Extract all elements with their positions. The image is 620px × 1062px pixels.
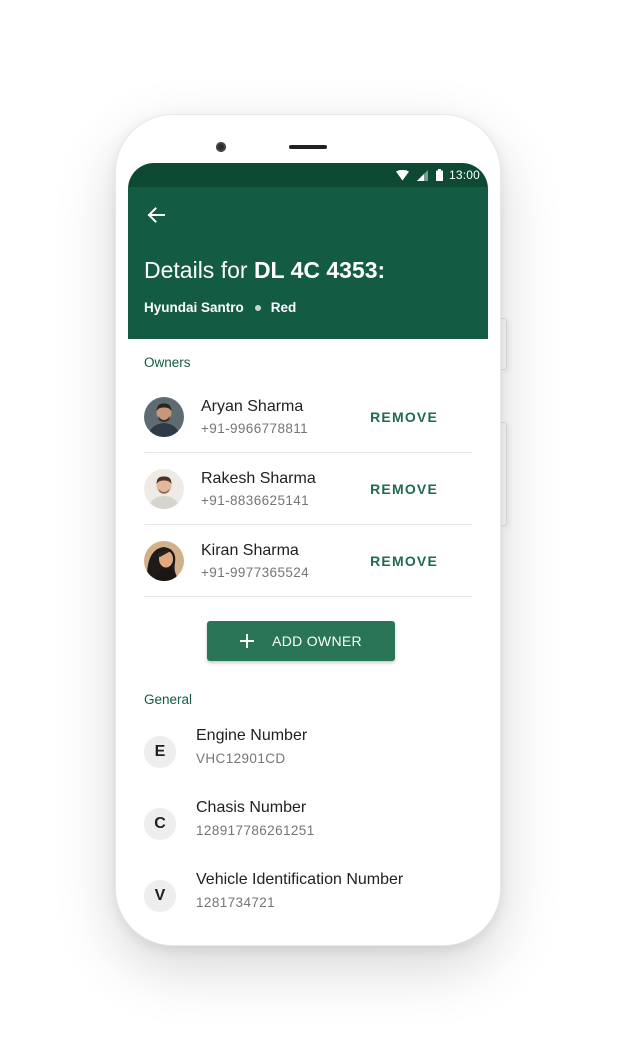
general-list: E Engine Number VHC12901CD C Chasis Numb… (144, 726, 472, 942)
app-bar: Details for DL 4C 4353: Hyundai Santro R… (128, 187, 488, 339)
volume-button (500, 422, 507, 526)
owner-row: Rakesh Sharma +91-8836625141 REMOVE (144, 453, 472, 525)
status-bar: 13:00 (128, 163, 488, 187)
vehicle-subtitle: Hyundai Santro Red (144, 300, 296, 315)
remove-owner-button[interactable]: REMOVE (370, 409, 438, 425)
owners-section-label: Owners (144, 355, 191, 370)
stage: 13:00 Details for DL 4C 4353: Hyundai Sa… (0, 0, 620, 1062)
letter-avatar: V (144, 880, 176, 912)
power-button (500, 318, 507, 370)
arrow-back-icon (147, 207, 165, 223)
plus-icon (240, 634, 255, 648)
list-item: V Vehicle Identification Number 12817347… (144, 870, 472, 942)
vehicle-color: Red (270, 300, 297, 315)
owner-row: Kiran Sharma +91-9977365524 REMOVE (144, 525, 472, 597)
item-value: 1281734721 (196, 895, 276, 910)
owner-row: Aryan Sharma +91-9966778811 REMOVE (144, 381, 472, 453)
separator-dot (254, 304, 261, 311)
add-owner-container: ADD OWNER (128, 621, 488, 661)
item-title: Chasis Number (196, 799, 307, 816)
front-camera (216, 142, 226, 152)
title-prefix: Details for (144, 257, 254, 283)
remove-owner-button[interactable]: REMOVE (370, 481, 438, 497)
owner-name: Rakesh Sharma (201, 470, 316, 487)
avatar (144, 396, 184, 437)
avatar (144, 540, 184, 581)
remove-owner-button[interactable]: REMOVE (370, 553, 438, 569)
battery-icon (435, 169, 443, 181)
back-button[interactable] (144, 203, 168, 227)
letter-avatar: E (144, 736, 176, 768)
add-owner-button[interactable]: ADD OWNER (207, 621, 395, 661)
owners-list: Aryan Sharma +91-9966778811 REMOVE Rakes… (144, 381, 472, 597)
page-title: Details for DL 4C 4353: (144, 257, 385, 284)
plate-number: DL 4C 4353: (253, 257, 386, 283)
letter-avatar: C (144, 808, 176, 840)
list-item: C Chasis Number 128917786261251 (144, 798, 472, 870)
list-item: E Engine Number VHC12901CD (144, 726, 472, 798)
screen: 13:00 Details for DL 4C 4353: Hyundai Sa… (128, 163, 488, 945)
avatar (144, 468, 184, 509)
add-owner-label: ADD OWNER (272, 633, 362, 649)
status-time: 13:00 (448, 168, 480, 182)
signal-icon (416, 169, 428, 181)
phone-frame: 13:00 Details for DL 4C 4353: Hyundai Sa… (115, 114, 501, 946)
earpiece-speaker (289, 145, 327, 149)
item-value: VHC12901CD (196, 751, 286, 766)
item-title: Vehicle Identification Number (196, 871, 404, 888)
owner-name: Kiran Sharma (201, 542, 299, 559)
owner-phone: +91-9977365524 (201, 565, 310, 580)
item-value: 128917786261251 (196, 823, 315, 838)
wifi-icon (395, 169, 409, 181)
item-title: Engine Number (196, 727, 308, 744)
general-section-label: General (144, 692, 193, 707)
owner-name: Aryan Sharma (201, 398, 304, 415)
owner-phone: +91-8836625141 (201, 493, 310, 508)
owner-phone: +91-9966778811 (201, 421, 309, 436)
vehicle-model: Hyundai Santro (144, 300, 244, 315)
